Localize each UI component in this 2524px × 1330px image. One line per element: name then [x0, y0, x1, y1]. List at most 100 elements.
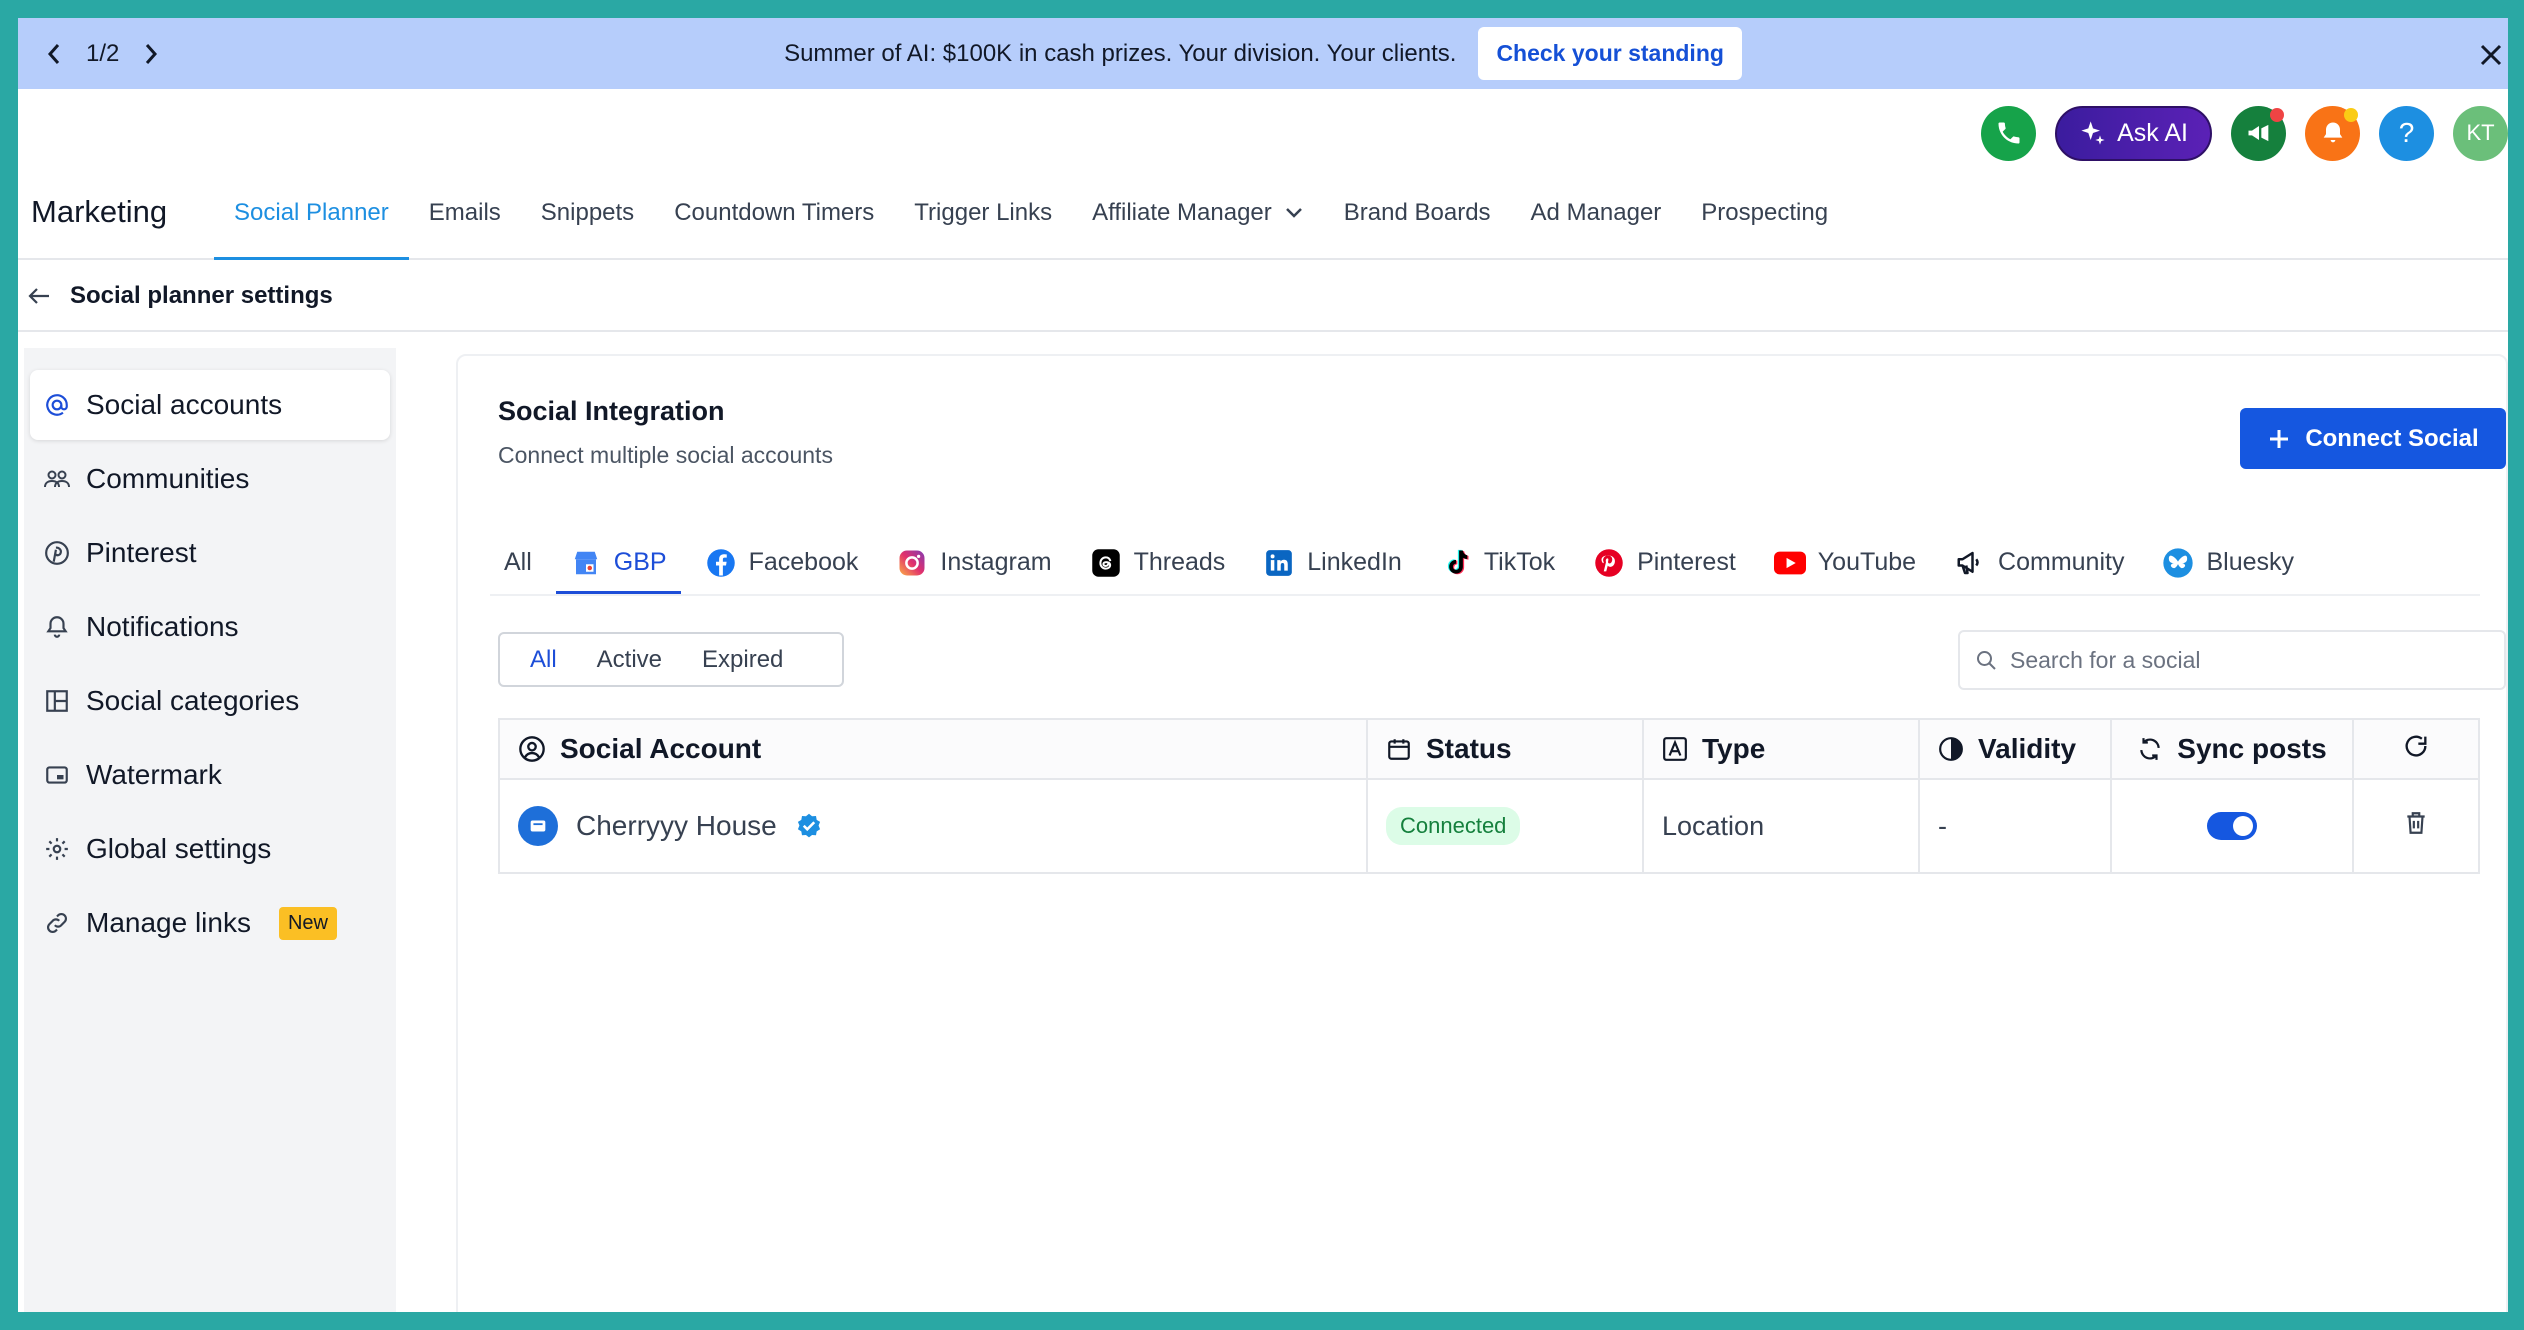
tab-label: Prospecting: [1701, 198, 1829, 226]
gbp-avatar-icon: [518, 806, 558, 846]
sync-posts-toggle[interactable]: [2207, 812, 2257, 840]
status-filter: All Active Expired: [498, 632, 844, 687]
people-icon: [42, 464, 72, 494]
tab-tiktok[interactable]: TikTok: [1426, 534, 1569, 594]
tab-threads[interactable]: Threads: [1076, 534, 1240, 594]
col-refresh: [2352, 718, 2480, 780]
sidebar-item-pinterest[interactable]: Pinterest: [30, 518, 390, 588]
phone-button[interactable]: [1981, 105, 2037, 161]
sidebar-item-notifications[interactable]: Notifications: [30, 592, 390, 662]
sidebar-item-social-accounts[interactable]: Social accounts: [30, 370, 390, 440]
col-validity: Validity: [1918, 718, 2112, 780]
threads-icon: [1090, 547, 1122, 579]
tab-label: YouTube: [1817, 548, 1917, 576]
tab-pinterest[interactable]: Pinterest: [1579, 534, 1750, 594]
tab-brand-boards[interactable]: Brand Boards: [1324, 168, 1511, 260]
chevron-down-icon: [1285, 207, 1302, 218]
close-icon[interactable]: [2474, 38, 2508, 72]
youtube-icon: [1773, 547, 1806, 579]
megaphone-icon: [2248, 124, 2268, 142]
col-label: Validity: [1978, 733, 2077, 764]
tab-trigger-links[interactable]: Trigger Links: [894, 168, 1072, 260]
connect-social-label: Connect Social: [2305, 424, 2479, 452]
tab-label: Instagram: [940, 548, 1052, 576]
sparkle-icon: [2081, 121, 2105, 145]
chevron-right-icon[interactable]: [133, 36, 169, 72]
main-nav: Marketing Social Planner Emails Snippets…: [18, 168, 2508, 260]
tab-all[interactable]: All: [490, 534, 546, 594]
filter-active[interactable]: Active: [577, 638, 682, 682]
app-window: 1/2 Summer of AI: $100K in cash prizes. …: [18, 18, 2508, 1312]
filter-all[interactable]: All: [510, 638, 577, 682]
chevron-left-icon[interactable]: [36, 36, 72, 72]
sidebar-item-global-settings[interactable]: Global settings: [30, 814, 390, 884]
account-name[interactable]: Cherryyy House: [576, 810, 777, 842]
tab-facebook[interactable]: Facebook: [691, 534, 873, 594]
cell-account: Cherryyy House: [498, 778, 1368, 874]
tab-instagram[interactable]: Instagram: [882, 534, 1065, 594]
tab-label: Social Planner: [234, 198, 389, 226]
avatar[interactable]: KT: [2453, 105, 2508, 161]
sidebar-item-label: Manage links: [86, 907, 251, 938]
col-sync-posts: Sync posts: [2110, 718, 2354, 780]
tab-prospecting[interactable]: Prospecting: [1681, 168, 1848, 260]
linkedin-icon: [1263, 547, 1295, 579]
connect-social-button[interactable]: Connect Social: [2240, 408, 2506, 469]
tab-label: LinkedIn: [1307, 548, 1402, 576]
link-icon: [42, 908, 72, 938]
status-badge: Connected: [1386, 807, 1521, 845]
sidebar-item-manage-links[interactable]: Manage links New: [30, 888, 390, 958]
tab-countdown-timers[interactable]: Countdown Timers: [654, 168, 894, 260]
tab-bluesky[interactable]: Bluesky: [2148, 534, 2308, 594]
notifications-button[interactable]: [2305, 105, 2360, 161]
pager-text: 1/2: [86, 39, 120, 67]
col-label: Status: [1426, 733, 1512, 764]
tab-snippets[interactable]: Snippets: [521, 168, 654, 260]
announcements-button[interactable]: [2231, 105, 2286, 161]
sidebar-item-communities[interactable]: Communities: [30, 444, 390, 514]
ask-ai-label: Ask AI: [2117, 118, 2188, 147]
help-button[interactable]: ?: [2379, 105, 2434, 161]
trash-icon[interactable]: [2403, 809, 2429, 837]
sidebar-item-watermark[interactable]: Watermark: [30, 740, 390, 810]
tab-youtube[interactable]: YouTube: [1760, 534, 1930, 594]
plus-icon: [2270, 429, 2289, 448]
gear-icon: [42, 834, 72, 864]
refresh-icon[interactable]: [2402, 732, 2430, 760]
filter-expired[interactable]: Expired: [682, 638, 803, 682]
search-icon: [1977, 651, 1996, 670]
tab-social-planner[interactable]: Social Planner: [214, 168, 409, 260]
tab-label: Emails: [428, 198, 501, 226]
tab-gbp[interactable]: GBP: [555, 534, 681, 594]
sidebar-item-social-categories[interactable]: Social categories: [30, 666, 390, 736]
unread-dot: [2270, 107, 2284, 122]
phone-icon: [1998, 122, 2020, 144]
tab-emails[interactable]: Emails: [409, 168, 521, 260]
ask-ai-button[interactable]: Ask AI: [2055, 105, 2212, 161]
cell-status: Connected: [1366, 778, 1644, 874]
tab-label: GBP: [613, 548, 667, 576]
search-input[interactable]: [2010, 646, 2490, 674]
tab-label: Bluesky: [2206, 548, 2295, 576]
pinterest-icon: [1593, 547, 1625, 579]
layout-icon: [42, 686, 72, 716]
col-social-account: Social Account: [498, 718, 1368, 780]
table-row: Cherryyy House Connected Location -: [498, 778, 2480, 874]
tab-ad-manager[interactable]: Ad Manager: [1511, 168, 1682, 260]
platform-tabs: All GBP Facebook Instagram Threads Linke…: [490, 534, 2480, 596]
tab-label: Ad Manager: [1530, 198, 1662, 226]
social-integration-card: Social Integration Connect multiple soci…: [456, 354, 2508, 1312]
banner-text: Summer of AI: $100K in cash prizes. Your…: [784, 39, 1457, 67]
unread-dot: [2344, 107, 2358, 122]
tiktok-icon: [1440, 547, 1472, 579]
check-standing-button[interactable]: Check your standing: [1478, 27, 1742, 80]
col-status: Status: [1366, 718, 1644, 780]
bluesky-icon: [2162, 547, 2194, 579]
tab-affiliate-manager[interactable]: Affiliate Manager: [1072, 168, 1324, 260]
top-action-bar: Ask AI ? KT: [1981, 104, 2508, 162]
promo-banner: 1/2 Summer of AI: $100K in cash prizes. …: [18, 18, 2508, 89]
sidebar-item-label: Pinterest: [86, 537, 197, 568]
tab-linkedin[interactable]: LinkedIn: [1249, 534, 1416, 594]
back-arrow-icon[interactable]: [24, 281, 54, 311]
tab-community[interactable]: Community: [1940, 534, 2138, 594]
